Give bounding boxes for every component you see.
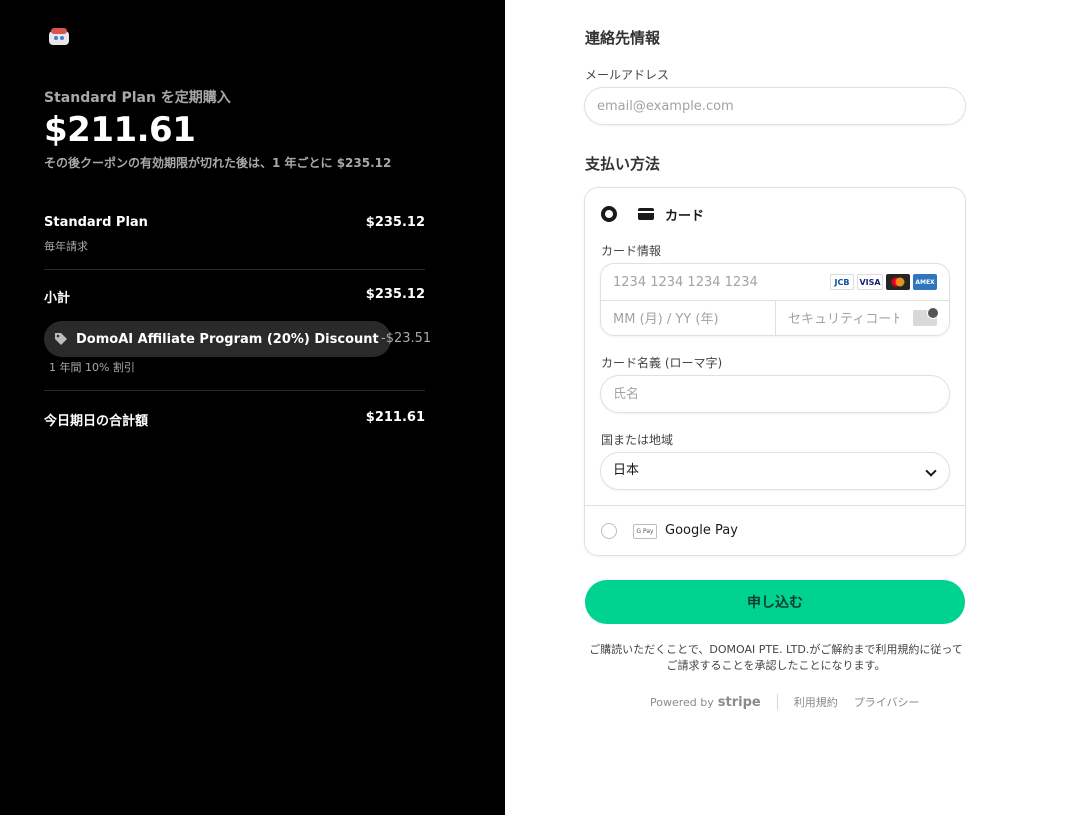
subtotal-label: 小計 [44,291,71,306]
card-number-input[interactable] [601,264,831,300]
line-item-amount: $235.12 [365,215,425,230]
total-row: 今日期日の合計額 $211.61 [44,410,425,429]
google-pay-radio[interactable] [601,523,617,539]
total-label: 今日期日の合計額 [44,414,149,429]
google-pay-icon: G Pay [633,524,657,539]
coupon-amount: -$23.51 [381,331,432,346]
google-pay-label[interactable]: Google Pay [665,523,738,538]
checkout-form-panel: 連絡先情報 メールアドレス 支払い方法 カード カード情報 JCB VISA A… [505,0,1076,815]
credit-card-icon [638,208,654,220]
coupon-badge: DomoAI Affiliate Program (20%) Discount [44,321,391,357]
subtotal-amount: $235.12 [365,287,425,302]
subscribe-button[interactable]: 申し込む [585,580,965,624]
card-info-group: JCB VISA AMEX [600,263,950,336]
country-label: 国または地域 [601,433,674,447]
cvc-card-icon [913,307,939,326]
contact-section-title: 連絡先情報 [585,29,661,47]
cvc-input[interactable] [776,301,911,335]
privacy-link[interactable]: プライバシー [854,694,920,710]
line-item-name: Standard Plan [44,215,148,230]
powered-by-text: Powered by [650,695,714,709]
coupon-label: DomoAI Affiliate Program (20%) Discount [76,331,379,347]
stripe-logo[interactable]: stripe [718,695,761,710]
payment-section-title: 支払い方法 [585,155,661,173]
divider [44,269,425,270]
tag-icon [55,333,67,345]
terms-link[interactable]: 利用規約 [794,694,838,710]
email-label: メールアドレス [585,68,670,82]
amex-icon: AMEX [913,274,937,290]
cardholder-name-label: カード名義 (ローマ字) [601,356,723,370]
domoai-logo-icon [49,28,69,45]
subtotal-row: 小計 $235.12 [44,287,425,306]
line-item-billing: 毎年請求 [44,240,88,253]
card-radio[interactable] [601,206,617,222]
plan-title: Standard Plan を定期購入 [44,90,231,106]
terms-text: ご購読いただくことで、DOMOAI PTE. LTD.がご解約まで利用規約に従っ… [589,643,963,672]
payment-method-box: カード カード情報 JCB VISA AMEX カード名義 (ローマ字) 国ま [584,187,966,556]
cardholder-name-input[interactable] [600,375,950,413]
email-input[interactable] [584,87,966,125]
mastercard-icon [886,274,910,290]
coupon-sub: 1 年間 10% 割引 [49,361,135,374]
chevron-down-icon [925,465,937,477]
card-option-label[interactable]: カード [665,205,704,224]
line-item-standard-plan: Standard Plan $235.12 [44,215,425,230]
divider [44,390,425,391]
footer: Powered by stripe 利用規約 プライバシー [650,694,936,710]
jcb-icon: JCB [830,274,854,290]
card-info-label: カード情報 [601,244,662,258]
visa-icon: VISA [857,274,883,290]
total-price: $211.61 [44,110,196,150]
country-value: 日本 [613,463,640,478]
order-summary-panel: Standard Plan を定期購入 $211.61 その後クーポンの有効期限… [0,0,505,815]
expiry-input[interactable] [601,301,775,335]
total-amount: $211.61 [365,410,425,425]
country-select[interactable]: 日本 [600,452,950,490]
price-after-coupon: その後クーポンの有効期限が切れた後は、1 年ごとに $235.12 [44,156,392,170]
